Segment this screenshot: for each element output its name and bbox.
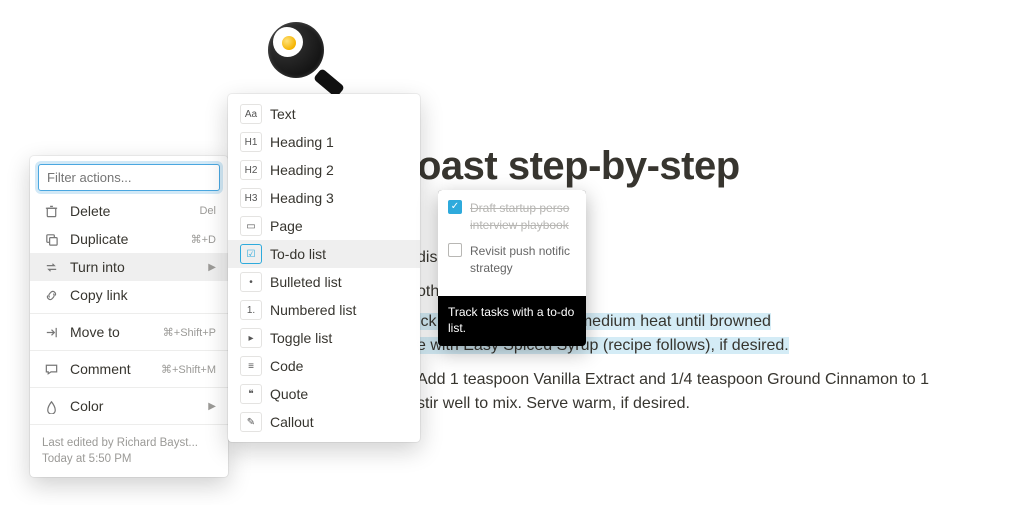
turn-into-h1[interactable]: H1Heading 1 bbox=[228, 128, 420, 156]
h2-block-icon: H2 bbox=[240, 160, 262, 180]
code-block-icon: ≡ bbox=[240, 356, 262, 376]
comment-icon bbox=[42, 360, 60, 378]
turn-into-bulleted[interactable]: •Bulleted list bbox=[228, 268, 420, 296]
filter-actions-input[interactable] bbox=[38, 164, 220, 191]
action-label: Color bbox=[70, 398, 204, 414]
h3-block-icon: H3 bbox=[240, 188, 262, 208]
turn-into-numbered[interactable]: 1.Numbered list bbox=[228, 296, 420, 324]
preview-checkbox-checked-icon: ✓ bbox=[448, 200, 462, 214]
chevron-right-icon: ▶ bbox=[208, 262, 216, 273]
turn-into-submenu: AaText H1Heading 1 H2Heading 2 H3Heading… bbox=[228, 94, 420, 442]
tooltip-preview: ✓ Draft startup perso interview playbook… bbox=[438, 190, 586, 296]
link-icon bbox=[42, 286, 60, 304]
preview-checked-text: Draft startup perso interview playbook bbox=[470, 200, 576, 235]
turn-into-code[interactable]: ≡Code bbox=[228, 352, 420, 380]
action-kbd: ⌘+Shift+P bbox=[163, 326, 216, 339]
todo-block-icon: ☑ bbox=[240, 244, 262, 264]
toggle-block-icon: ▸ bbox=[240, 328, 262, 348]
color-icon bbox=[42, 397, 60, 415]
quote-block-icon: ❝ bbox=[240, 384, 262, 404]
text-block-icon: Aa bbox=[240, 104, 262, 124]
callout-block-icon: ✎ bbox=[240, 412, 262, 432]
turn-into-icon bbox=[42, 258, 60, 276]
action-label: Delete bbox=[70, 203, 199, 219]
action-copy-link[interactable]: Copy link bbox=[30, 281, 228, 309]
block-actions-menu: Delete Del Duplicate ⌘+D Turn into ▶ Cop… bbox=[30, 156, 228, 477]
h1-block-icon: H1 bbox=[240, 132, 262, 152]
turn-into-text[interactable]: AaText bbox=[228, 100, 420, 128]
turn-into-quote[interactable]: ❝Quote bbox=[228, 380, 420, 408]
page-title: oast step-by-step bbox=[417, 144, 740, 189]
action-delete[interactable]: Delete Del bbox=[30, 197, 228, 225]
menu-divider bbox=[30, 350, 228, 351]
page-icon-fried-egg bbox=[260, 14, 340, 94]
numbered-block-icon: 1. bbox=[240, 300, 262, 320]
chevron-right-icon: ▶ bbox=[208, 401, 216, 412]
action-move-to[interactable]: Move to ⌘+Shift+P bbox=[30, 318, 228, 346]
action-label: Move to bbox=[70, 324, 163, 340]
trash-icon bbox=[42, 202, 60, 220]
action-color[interactable]: Color ▶ bbox=[30, 392, 228, 420]
tooltip-caption: Track tasks with a to-do list. bbox=[438, 296, 586, 346]
action-duplicate[interactable]: Duplicate ⌘+D bbox=[30, 225, 228, 253]
menu-divider bbox=[30, 387, 228, 388]
turn-into-toggle[interactable]: ▸Toggle list bbox=[228, 324, 420, 352]
action-turn-into[interactable]: Turn into ▶ bbox=[30, 253, 228, 281]
menu-footer: Last edited by Richard Bayst... Today at… bbox=[30, 429, 228, 469]
turn-into-h3[interactable]: H3Heading 3 bbox=[228, 184, 420, 212]
bullet-block-icon: • bbox=[240, 272, 262, 292]
menu-divider bbox=[30, 424, 228, 425]
action-kbd: Del bbox=[199, 205, 216, 217]
content-line-4: Add 1 teaspoon Vanilla Extract and 1/4 t… bbox=[417, 368, 992, 416]
move-to-icon bbox=[42, 323, 60, 341]
action-label: Comment bbox=[70, 361, 161, 377]
turn-into-tooltip: ✓ Draft startup perso interview playbook… bbox=[438, 190, 586, 346]
turn-into-callout[interactable]: ✎Callout bbox=[228, 408, 420, 436]
preview-unchecked-text: Revisit push notific strategy bbox=[470, 243, 576, 278]
turn-into-h2[interactable]: H2Heading 2 bbox=[228, 156, 420, 184]
action-label: Turn into bbox=[70, 259, 204, 275]
preview-checkbox-unchecked-icon bbox=[448, 243, 462, 257]
action-kbd: ⌘+Shift+M bbox=[161, 363, 216, 376]
page-block-icon: ▭ bbox=[240, 216, 262, 236]
action-kbd: ⌘+D bbox=[191, 233, 216, 246]
menu-divider bbox=[30, 313, 228, 314]
duplicate-icon bbox=[42, 230, 60, 248]
action-label: Duplicate bbox=[70, 231, 191, 247]
turn-into-page[interactable]: ▭Page bbox=[228, 212, 420, 240]
action-label: Copy link bbox=[70, 287, 216, 303]
action-comment[interactable]: Comment ⌘+Shift+M bbox=[30, 355, 228, 383]
turn-into-todo[interactable]: ☑To-do list bbox=[228, 240, 420, 268]
